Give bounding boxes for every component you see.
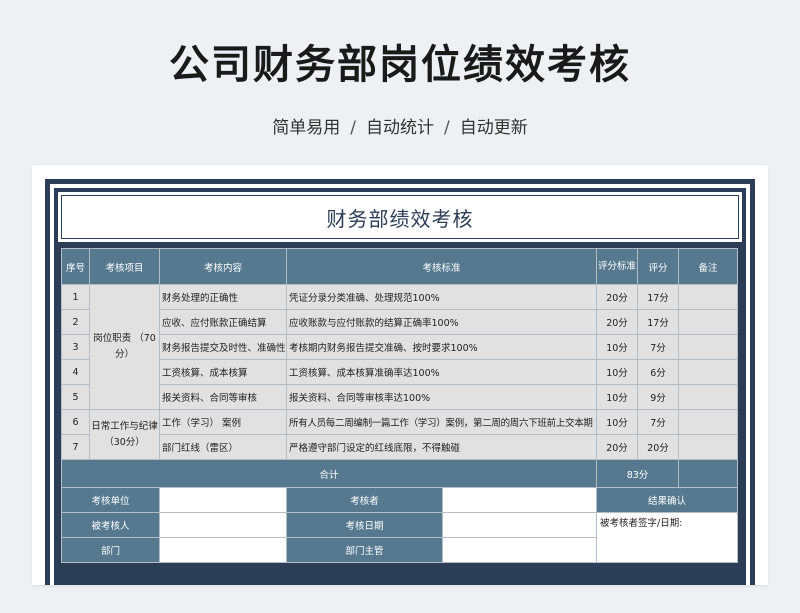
row-full-score: 20分 (596, 284, 638, 310)
date-value-field[interactable] (442, 513, 596, 537)
table-row: 5 报关资料、合同等审核 报关资料、合同等审核率达100% 10分 9分 (61, 384, 738, 410)
row-remark[interactable] (678, 334, 738, 360)
row-no: 1 (61, 284, 90, 310)
table-row: 1 岗位职责 （70分） 财务处理的正确性 凭证分录分类准确、处理规范100% … (61, 284, 738, 410)
subtitle-item: 自动更新 (459, 118, 528, 138)
result-label: 结果确认 (596, 487, 738, 513)
row-remark[interactable] (678, 409, 738, 435)
assessee-label: 被考核人 (61, 512, 160, 538)
table-row: 4 工资核算、成本核算 工资核算、成本核算准确率达100% 10分 6分 (61, 359, 738, 385)
date-label: 考核日期 (287, 513, 442, 537)
page-title: 公司财务部岗位绩效考核 (169, 42, 631, 88)
total-row: 合计 83分 (61, 459, 738, 488)
subtitle-separator: / (350, 118, 356, 138)
row-score: 9分 (637, 384, 679, 410)
header-score: 评分 (637, 248, 679, 285)
group-label: 日常工作与纪律 （30分） (89, 409, 160, 460)
row-content: 部门红线（雷区） (159, 434, 287, 460)
dept-label: 部门 (61, 537, 160, 563)
row-full-score: 10分 (596, 409, 638, 435)
dept-head-label: 部门主管 (287, 538, 442, 562)
assessee-value-field[interactable] (159, 512, 287, 538)
row-standard: 所有人员每二周编制一篇工作（学习）案例，第二周的周六下班前上交本期 (286, 409, 597, 435)
row-standard: 应收账款与应付账款的结算正确率100% (286, 309, 597, 335)
unit-value-field[interactable] (159, 487, 287, 513)
date-split: 考核日期 (286, 512, 597, 538)
group-label: 岗位职责 （70分） (89, 284, 160, 410)
sign-label: 被考核者签字/日期: (600, 518, 683, 529)
table-row: 6 日常工作与纪律 （30分） 工作（学习） 案例 所有人员每二周编制一篇工作（… (61, 409, 738, 460)
row-standard: 报关资料、合同等审核率达100% (286, 384, 597, 410)
dept-value-field[interactable] (159, 537, 287, 563)
table-row: 3 财务报告提交及时性、准确性 考核期内财务报告提交准确、按时要求100% 10… (61, 334, 738, 360)
header-standard: 考核标准 (286, 248, 597, 285)
row-content: 应收、应付账款正确结算 (159, 309, 287, 335)
total-label: 合计 (61, 459, 597, 488)
row-remark[interactable] (678, 309, 738, 335)
row-content: 财务报告提交及时性、准确性 (159, 334, 287, 360)
assessor-value-field[interactable] (442, 488, 596, 512)
sheet-title-box: 财务部绩效考核 (58, 192, 742, 242)
subtitle-item: 自动统计 (366, 118, 434, 138)
row-content: 工作（学习） 案例 (159, 409, 287, 435)
row-full-score: 10分 (596, 384, 638, 410)
row-score: 17分 (637, 309, 679, 335)
row-remark[interactable] (678, 384, 738, 410)
row-no: 4 (61, 359, 90, 385)
row-full-score: 20分 (596, 434, 638, 460)
row-no: 7 (61, 434, 90, 460)
assessor-split: 考核者 (286, 487, 597, 513)
row-content: 工资核算、成本核算 (159, 359, 287, 385)
header-remark: 备注 (678, 248, 738, 285)
table-row: 7 部门红线（雷区） 严格遵守部门设定的红线底限，不得触碰 20分 20分 (61, 434, 738, 460)
row-full-score: 10分 (596, 359, 638, 385)
table-row: 2 应收、应付账款正确结算 应收账款与应付账款的结算正确率100% 20分 17… (61, 309, 738, 335)
dept-head-value-field[interactable] (442, 538, 596, 562)
unit-label: 考核单位 (61, 487, 160, 513)
row-remark[interactable] (678, 284, 738, 310)
total-remark (678, 459, 738, 488)
row-score: 20分 (637, 434, 679, 460)
table-header-row: 序号 考核项目 考核内容 考核标准 评分标准 评分 备注 (61, 248, 738, 285)
row-full-score: 10分 (596, 334, 638, 360)
sheet-title: 财务部绩效考核 (61, 195, 739, 239)
footer-row: 考核单位 考核者 结果确认 (61, 487, 738, 513)
row-score: 7分 (637, 334, 679, 360)
row-standard: 考核期内财务报告提交准确、按时要求100% (286, 334, 597, 360)
total-value: 83分 (596, 459, 679, 488)
row-standard: 严格遵守部门设定的红线底限，不得触碰 (286, 434, 597, 460)
row-content: 财务处理的正确性 (159, 284, 287, 310)
header-item: 考核项目 (89, 248, 160, 285)
header-full-score: 评分标准 (596, 248, 638, 285)
subtitle-item: 简单易用 (272, 118, 341, 138)
header-content: 考核内容 (159, 248, 287, 285)
row-standard: 凭证分录分类准确、处理规范100% (286, 284, 597, 310)
sign-box[interactable]: 被考核者签字/日期: (596, 512, 738, 563)
subtitle-separator: / (444, 118, 450, 138)
row-no: 2 (61, 309, 90, 335)
dept-head-split: 部门主管 (286, 537, 597, 563)
row-no: 3 (61, 334, 90, 360)
row-full-score: 20分 (596, 309, 638, 335)
footer-row: 被考核人 考核日期 被考核者签字/日期: (61, 512, 738, 563)
row-remark[interactable] (678, 434, 738, 460)
header-no: 序号 (61, 248, 90, 285)
page-subtitle: 简单易用 / 自动统计 / 自动更新 (0, 113, 800, 138)
row-score: 7分 (637, 409, 679, 435)
row-no: 5 (61, 384, 90, 410)
row-score: 17分 (637, 284, 679, 310)
row-standard: 工资核算、成本核算准确率达100% (286, 359, 597, 385)
row-content: 报关资料、合同等审核 (159, 384, 287, 410)
row-remark[interactable] (678, 359, 738, 385)
assessor-label: 考核者 (287, 488, 442, 512)
assessment-table: 序号 考核项目 考核内容 考核标准 评分标准 评分 备注 1 岗位职责 （70分… (61, 248, 738, 563)
row-no: 6 (61, 409, 90, 435)
row-score: 6分 (637, 359, 679, 385)
